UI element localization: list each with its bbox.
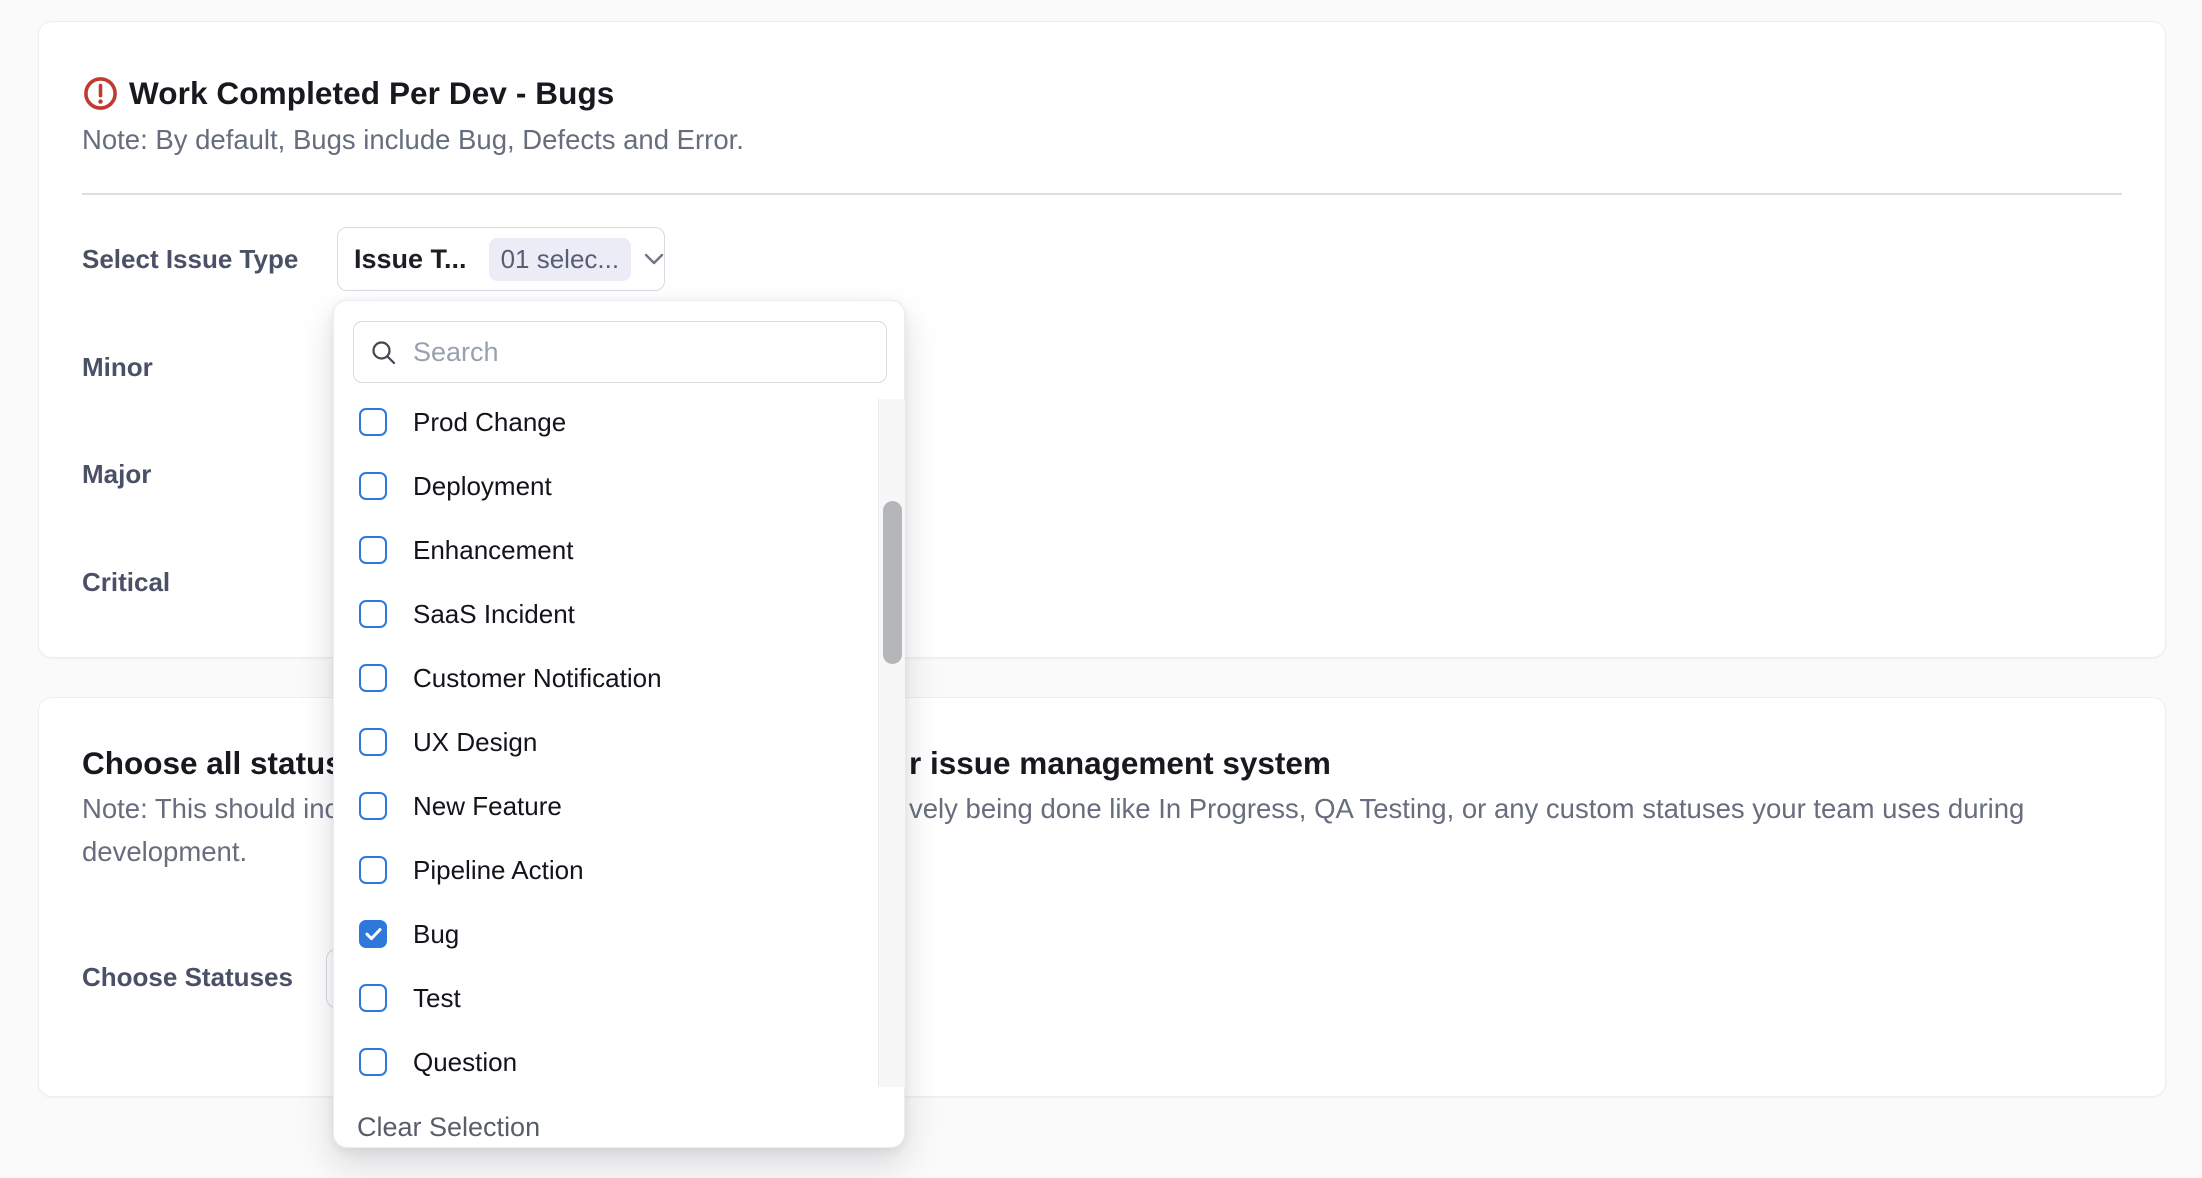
issue-type-button-label: Issue T... — [354, 244, 467, 275]
severity-label-minor: Minor — [82, 348, 153, 386]
card1-title-row: Work Completed Per Dev - Bugs — [82, 71, 614, 115]
option-label: SaaS Incident — [413, 599, 575, 630]
chevron-down-icon — [644, 253, 664, 265]
option-checkbox[interactable] — [359, 1048, 387, 1076]
option-checkbox[interactable] — [359, 536, 387, 564]
choose-statuses-label: Choose Statuses — [82, 958, 293, 996]
option-checkbox[interactable] — [359, 408, 387, 436]
card2-heading-right: r issue management system — [909, 745, 1331, 782]
issue-type-option[interactable]: Question — [334, 1030, 906, 1087]
option-label: Customer Notification — [413, 663, 662, 694]
issue-type-option[interactable]: Prod Change — [334, 399, 906, 454]
option-checkbox[interactable] — [359, 984, 387, 1012]
severity-label-critical: Critical — [82, 563, 170, 601]
option-checkbox[interactable] — [359, 728, 387, 756]
card2-note-line2: development. — [82, 836, 247, 868]
issue-type-option[interactable]: Bug — [334, 902, 906, 966]
issue-type-option[interactable]: Customer Notification — [334, 646, 906, 710]
option-checkbox[interactable] — [359, 920, 387, 948]
option-label: Bug — [413, 919, 459, 950]
issue-type-option[interactable]: Test — [334, 966, 906, 1030]
card1-note: Note: By default, Bugs include Bug, Defe… — [82, 124, 744, 156]
card2-note-right: vely being done like In Progress, QA Tes… — [909, 793, 2024, 825]
issue-type-option[interactable]: Pipeline Action — [334, 838, 906, 902]
issue-type-option[interactable]: Deployment — [334, 454, 906, 518]
option-label: Pipeline Action — [413, 855, 584, 886]
option-label: Test — [413, 983, 461, 1014]
option-label: Prod Change — [413, 407, 566, 438]
page: Work Completed Per Dev - Bugs Note: By d… — [0, 0, 2202, 1178]
severity-label-major: Major — [82, 455, 151, 493]
issue-type-dropdown-button[interactable]: Issue T... 01 selec... — [337, 227, 665, 291]
issue-type-option[interactable]: Enhancement — [334, 518, 906, 582]
option-checkbox[interactable] — [359, 856, 387, 884]
option-label: New Feature — [413, 791, 562, 822]
card1-divider — [82, 193, 2122, 195]
option-label: UX Design — [413, 727, 537, 758]
dropdown-search-box[interactable] — [353, 321, 887, 383]
option-label: Deployment — [413, 471, 552, 502]
issue-type-option[interactable]: New Feature — [334, 774, 906, 838]
card1-title: Work Completed Per Dev - Bugs — [129, 75, 614, 112]
search-input[interactable] — [411, 336, 835, 369]
clear-selection-button[interactable]: Clear Selection — [357, 1109, 540, 1145]
issue-type-option[interactable]: SaaS Incident — [334, 582, 906, 646]
selected-count-badge: 01 selec... — [489, 238, 632, 281]
issue-type-dropdown-panel: Prod Change Deployment Enhancement Saa — [333, 300, 905, 1148]
search-icon — [370, 339, 397, 366]
option-label: Enhancement — [413, 535, 573, 566]
checkmark-icon — [365, 927, 382, 941]
option-checkbox[interactable] — [359, 472, 387, 500]
issue-type-option[interactable]: UX Design — [334, 710, 906, 774]
select-issue-type-label: Select Issue Type — [82, 240, 298, 278]
option-label: Question — [413, 1047, 517, 1078]
option-checkbox[interactable] — [359, 792, 387, 820]
scrollbar-thumb[interactable] — [883, 501, 902, 664]
option-checkbox[interactable] — [359, 664, 387, 692]
alert-circle-icon — [82, 75, 119, 112]
issue-type-options-list: Prod Change Deployment Enhancement Saa — [334, 399, 906, 1087]
option-checkbox[interactable] — [359, 600, 387, 628]
